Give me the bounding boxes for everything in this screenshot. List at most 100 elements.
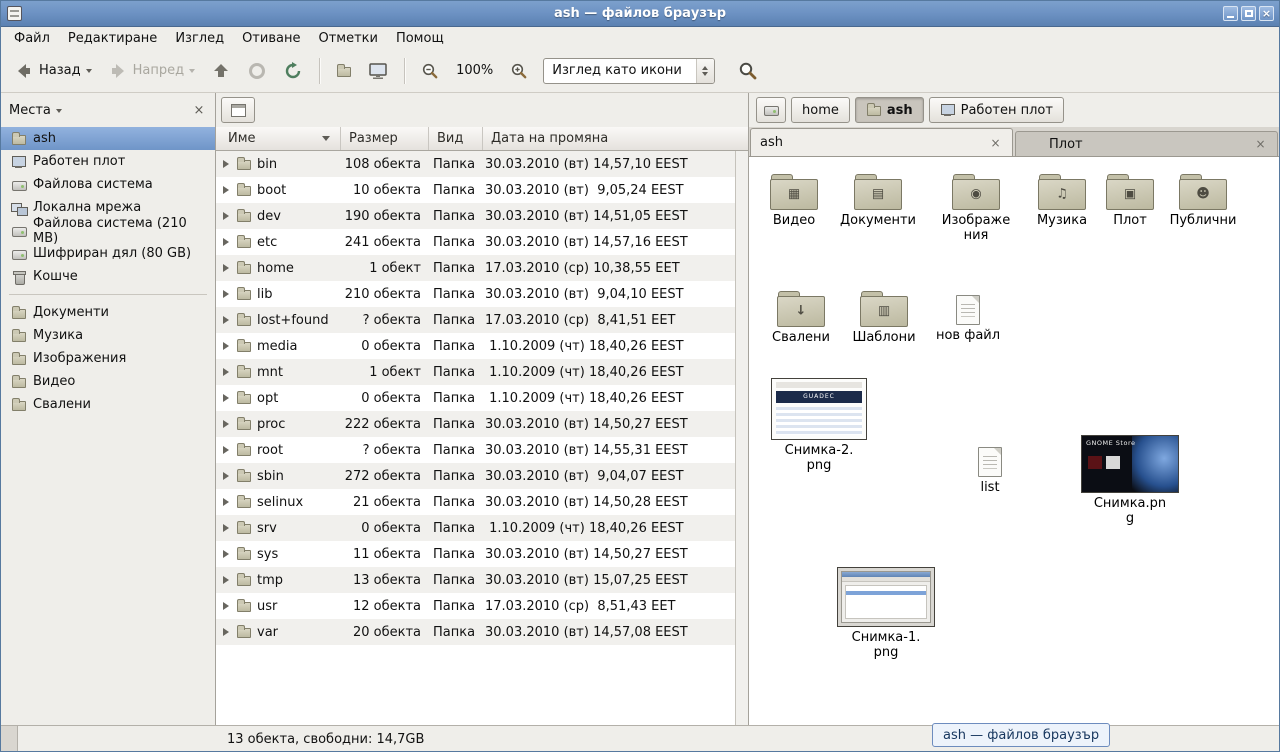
icon-view-item[interactable]: Публични — [1165, 172, 1241, 229]
table-row[interactable]: lib 210 обекта Папка 30.03.2010 (вт) 9,0… — [216, 281, 735, 307]
titlebar[interactable]: ash — файлов браузър × — [1, 1, 1279, 27]
expander-icon[interactable] — [223, 290, 233, 298]
expander-icon[interactable] — [223, 264, 233, 272]
table-row[interactable]: lost+found ? обекта Папка 17.03.2010 (ср… — [216, 307, 735, 333]
icon-view-item[interactable]: Видео — [756, 172, 832, 229]
sidebar-close-icon[interactable]: × — [191, 103, 207, 118]
expander-icon[interactable] — [223, 342, 233, 350]
view-mode-select[interactable]: Изглед като икони — [543, 58, 715, 84]
table-row[interactable]: root ? обекта Папка 30.03.2010 (вт) 14,5… — [216, 437, 735, 463]
maximize-button[interactable] — [1241, 6, 1256, 21]
table-row[interactable]: bin 108 обекта Папка 30.03.2010 (вт) 14,… — [216, 151, 735, 177]
expander-icon[interactable] — [223, 368, 233, 376]
sidebar-item[interactable]: Кошче — [1, 265, 215, 288]
expander-icon[interactable] — [223, 316, 233, 324]
expander-icon[interactable] — [223, 550, 233, 558]
expander-icon[interactable] — [223, 212, 233, 220]
sidebar-item[interactable]: Музика — [1, 324, 215, 347]
close-button[interactable]: × — [1259, 6, 1274, 21]
table-row[interactable]: opt 0 обекта Папка 1.10.2009 (чт) 18,40,… — [216, 385, 735, 411]
table-row[interactable]: mnt 1 обект Папка 1.10.2009 (чт) 18,40,2… — [216, 359, 735, 385]
sidebar-title[interactable]: Места — [9, 103, 51, 118]
expander-icon[interactable] — [223, 394, 233, 402]
column-header-type[interactable]: Вид — [429, 127, 483, 150]
location-toggle-button[interactable] — [221, 97, 255, 123]
sidebar-item[interactable]: Документи — [1, 301, 215, 324]
sidebar-item[interactable]: Шифриран дял (80 GB) — [1, 242, 215, 265]
expander-icon[interactable] — [223, 472, 233, 480]
table-row[interactable]: sbin 272 обекта Папка 30.03.2010 (вт) 9,… — [216, 463, 735, 489]
sidebar-item[interactable]: Видео — [1, 370, 215, 393]
table-row[interactable]: proc 222 обекта Папка 30.03.2010 (вт) 14… — [216, 411, 735, 437]
icon-view-item[interactable]: Документи — [840, 172, 916, 229]
table-row[interactable]: etc 241 обекта Папка 30.03.2010 (вт) 14,… — [216, 229, 735, 255]
path-button-home[interactable]: home — [791, 97, 850, 123]
menu-item[interactable]: Помощ — [387, 29, 453, 48]
expander-icon[interactable] — [223, 238, 233, 246]
menu-item[interactable]: Отиване — [233, 29, 309, 48]
table-row[interactable]: selinux 21 обекта Папка 30.03.2010 (вт) … — [216, 489, 735, 515]
table-row[interactable]: home 1 обект Папка 17.03.2010 (ср) 10,38… — [216, 255, 735, 281]
menu-item[interactable]: Отметки — [309, 29, 386, 48]
tasklist-button[interactable]: ash — файлов браузър — [932, 723, 1110, 747]
icon-view-item[interactable]: Шаблони — [846, 289, 922, 346]
icon-view-item[interactable]: нов файл — [930, 291, 1006, 344]
reload-button[interactable] — [276, 55, 310, 87]
icon-view-item[interactable]: Плот — [1092, 172, 1168, 229]
expander-icon[interactable] — [223, 186, 233, 194]
path-button-desktop[interactable]: Работен плот — [929, 97, 1064, 123]
menu-item[interactable]: Редактиране — [59, 29, 166, 48]
tab-close-icon[interactable]: × — [988, 136, 1003, 150]
expander-icon[interactable] — [223, 576, 233, 584]
column-header-date[interactable]: Дата на промяна — [483, 127, 748, 150]
sidebar-chooser-caret-icon[interactable] — [56, 109, 62, 116]
icon-view-item[interactable]: GUADEC Снимка-2.png — [769, 378, 869, 474]
back-button[interactable]: Назад — [7, 55, 99, 87]
column-header-size[interactable]: Размер — [341, 127, 429, 150]
tab-plot[interactable]: Плот × — [1015, 131, 1278, 156]
table-row[interactable]: tmp 13 обекта Папка 30.03.2010 (вт) 15,0… — [216, 567, 735, 593]
forward-button[interactable]: Напред — [101, 55, 202, 87]
menu-item[interactable]: Изглед — [166, 29, 233, 48]
view-mode-arrows-icon[interactable] — [696, 59, 714, 83]
sidebar-item[interactable]: Изображения — [1, 347, 215, 370]
sidebar-item[interactable]: Свалени — [1, 393, 215, 416]
menu-item[interactable]: Файл — [5, 29, 59, 48]
up-button[interactable] — [204, 55, 238, 87]
table-row[interactable]: dev 190 обекта Папка 30.03.2010 (вт) 14,… — [216, 203, 735, 229]
computer-button[interactable] — [361, 55, 395, 87]
table-row[interactable]: sys 11 обекта Папка 30.03.2010 (вт) 14,5… — [216, 541, 735, 567]
table-row[interactable]: var 20 обекта Папка 30.03.2010 (вт) 14,5… — [216, 619, 735, 645]
zoom-in-button[interactable] — [503, 55, 535, 87]
path-root-button[interactable] — [756, 97, 786, 123]
expander-icon[interactable] — [223, 524, 233, 532]
minimize-button[interactable] — [1223, 6, 1238, 21]
icon-view-item[interactable]: list — [952, 443, 1028, 496]
expander-icon[interactable] — [223, 446, 233, 454]
icon-view-item[interactable]: Музика — [1024, 172, 1100, 229]
expander-icon[interactable] — [223, 420, 233, 428]
sidebar-item[interactable]: ash — [1, 127, 215, 150]
sidebar-item[interactable]: Файлова система — [1, 173, 215, 196]
expander-icon[interactable] — [223, 628, 233, 636]
zoom-out-button[interactable] — [414, 55, 446, 87]
tab-ash[interactable]: ash × — [750, 128, 1013, 156]
stop-button[interactable] — [240, 55, 274, 87]
home-button[interactable] — [329, 55, 359, 87]
table-row[interactable]: usr 12 обекта Папка 17.03.2010 (ср) 8,51… — [216, 593, 735, 619]
icon-view-canvas[interactable]: Видео Документи Изображения Музика Плот — [749, 157, 1279, 725]
sidebar-item[interactable]: Файлова система (210 MB) — [1, 219, 215, 242]
icon-view-item[interactable]: GNOME Store Снимка.png — [1080, 435, 1180, 527]
icon-view-item[interactable]: Свалени — [763, 289, 839, 346]
expander-icon[interactable] — [223, 498, 233, 506]
column-header-name[interactable]: Име — [216, 127, 341, 150]
window-menu-icon[interactable] — [7, 6, 22, 21]
sidebar-item[interactable]: Работен плот — [1, 150, 215, 173]
search-button[interactable] — [731, 55, 765, 87]
table-row[interactable]: srv 0 обекта Папка 1.10.2009 (чт) 18,40,… — [216, 515, 735, 541]
icon-view-item[interactable]: Изображения — [938, 172, 1014, 244]
vertical-scrollbar[interactable] — [735, 151, 748, 725]
table-row[interactable]: boot 10 обекта Папка 30.03.2010 (вт) 9,0… — [216, 177, 735, 203]
tab-close-icon[interactable]: × — [1253, 137, 1268, 151]
path-button-ash[interactable]: ash — [855, 97, 924, 123]
